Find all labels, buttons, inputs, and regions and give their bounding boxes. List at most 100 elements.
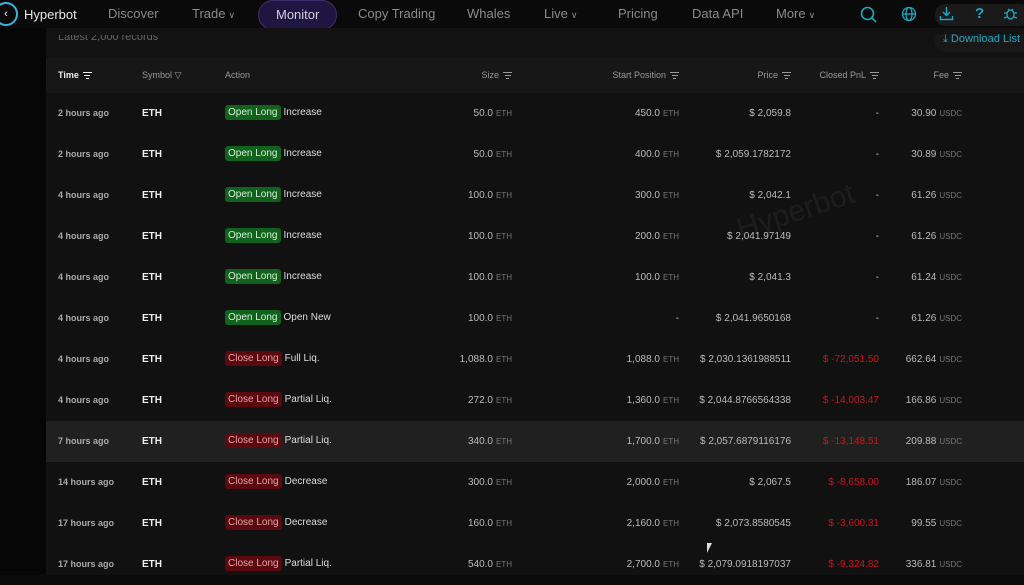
table-row[interactable]: 4 hours ago ETH Close Long Partial Liq. 272.… [46,380,1024,421]
nav-label: Pricing [618,6,658,21]
search-icon[interactable] [860,6,877,27]
bug-icon[interactable] [1003,6,1018,25]
action-detail: Increase [283,107,322,118]
symbol-cell[interactable]: ETH [142,518,162,529]
hyperbot-logo-icon: ‹ [0,2,18,26]
action-cell: Open Long Increase [225,269,322,284]
size-value: 50.0 [473,149,493,160]
sort-icon[interactable] [870,70,879,81]
nav-data-api[interactable]: Data API [692,6,743,21]
header-label: Fee [933,70,949,80]
symbol-cell[interactable]: ETH [142,272,162,283]
symbol-cell[interactable]: ETH [142,354,162,365]
start-value: 450.0 [634,108,660,119]
size-cell: 160.0 ETH [468,518,512,529]
action-detail: Increase [283,148,322,159]
table-row[interactable]: 7 hours ago ETH Close Long Partial Liq. 340.… [46,421,1024,462]
nav-whales[interactable]: Whales [467,6,510,21]
nav-discover[interactable]: Discover [108,6,159,21]
nav-live[interactable]: Live ∨ [544,6,577,21]
unit: USDC [939,437,962,446]
symbol-cell[interactable]: ETH [142,231,162,242]
table-row[interactable]: 4 hours ago ETH Open Long Increase 100.0 ETH 1… [46,257,1024,298]
table-row[interactable]: 14 hours ago ETH Close Long Decrease 300.0 ET… [46,462,1024,503]
close-long-badge: Close Long [225,556,282,571]
unit: ETH [496,437,512,446]
size-cell: 100.0 ETH [468,190,512,201]
header-start-position[interactable]: Start Position [612,70,679,81]
symbol-cell[interactable]: ETH [142,559,162,570]
nav-monitor[interactable]: Monitor [258,0,338,30]
brand-logo[interactable]: ‹ Hyperbot [0,2,77,26]
unit: USDC [939,314,962,323]
time-cell: 17 hours ago [58,518,115,528]
start-value: - [675,313,679,324]
header-price[interactable]: Price [757,70,791,81]
action-cell: Close Long Full Liq. [225,351,320,366]
nav-more[interactable]: More ∨ [776,6,815,21]
sort-icon[interactable] [82,70,92,81]
unit: ETH [663,191,679,200]
header-closed-pnl[interactable]: Closed PnL [819,70,879,81]
closed-pnl-cell: $ -8,658.00 [828,477,879,488]
header-time[interactable]: Time [58,70,92,81]
start-position-cell: - [676,313,679,324]
start-value: 1,088.0 [626,354,660,365]
open-long-badge: Open Long [225,105,281,120]
download-list-button[interactable]: ⤓ Download List [934,34,1024,52]
nav-copy-trading[interactable]: Copy Trading [358,6,435,21]
fee-cell: 186.07 USDC [906,477,962,488]
table-row[interactable]: 4 hours ago ETH Open Long Increase 100.0 ETH 3… [46,175,1024,216]
sort-icon[interactable] [503,70,512,81]
symbol-cell[interactable]: ETH [142,108,162,119]
table-row[interactable]: 2 hours ago ETH Open Long Increase 50.0 ETH 40… [46,134,1024,175]
action-cell: Close Long Decrease [225,515,327,530]
nav-trade[interactable]: Trade ∨ [192,6,235,21]
fee-cell: 336.81 USDC [906,559,962,570]
table-row[interactable]: 17 hours ago ETH Close Long Decrease 160.0 ET… [46,503,1024,544]
symbol-cell[interactable]: ETH [142,149,162,160]
unit: ETH [496,519,512,528]
sort-icon[interactable] [782,70,791,81]
globe-icon[interactable] [901,6,917,26]
header-fee[interactable]: Fee [933,70,962,81]
header-symbol[interactable]: Symbol ▽ [142,70,181,81]
price-cell: $ 2,057.6879116176 [699,436,791,447]
table-row[interactable]: 4 hours ago ETH Open Long Open New 100.0 ETH -… [46,298,1024,339]
time-cell: 4 hours ago [58,354,110,364]
closed-pnl-cell: - [875,231,879,242]
start-position-cell: 1,700.0 ETH [627,436,679,447]
time-cell: 4 hours ago [58,313,110,323]
size-value: 100.0 [467,272,493,283]
fee-value: 336.81 [905,559,937,570]
table-row[interactable]: 2 hours ago ETH Open Long Increase 50.0 ETH 45… [46,93,1024,134]
nav-label: Copy Trading [358,6,436,21]
download-icon[interactable] [939,6,954,25]
symbol-cell[interactable]: ETH [142,190,162,201]
unit: USDC [939,109,962,118]
fee-value: 166.86 [905,395,937,406]
sort-icon[interactable] [670,70,679,81]
sort-icon[interactable] [953,70,962,81]
filter-icon[interactable]: ▽ [175,70,182,80]
size-value: 100.0 [467,190,493,201]
symbol-cell[interactable]: ETH [142,395,162,406]
time-cell: 7 hours ago [58,436,110,446]
table-row[interactable]: 17 hours ago ETH Close Long Partial Liq. 540… [46,544,1024,585]
nav-pricing[interactable]: Pricing [618,6,658,21]
fee-value: 662.64 [905,354,937,365]
unit: ETH [496,150,512,159]
header-size[interactable]: Size [481,70,512,81]
records-count: Latest 2,000 records [58,31,159,43]
header-label: Size [481,70,499,80]
help-icon[interactable]: ? [975,5,984,22]
symbol-cell[interactable]: ETH [142,313,162,324]
table-row[interactable]: 4 hours ago ETH Close Long Full Liq. 1,088.0… [46,339,1024,380]
table-row[interactable]: 4 hours ago ETH Open Long Increase 100.0 ETH 2… [46,216,1024,257]
symbol-cell[interactable]: ETH [142,477,162,488]
symbol-cell[interactable]: ETH [142,436,162,447]
unit: ETH [496,478,512,487]
unit: ETH [496,314,512,323]
closed-pnl-cell: - [875,190,879,201]
fee-value: 61.26 [911,231,937,242]
